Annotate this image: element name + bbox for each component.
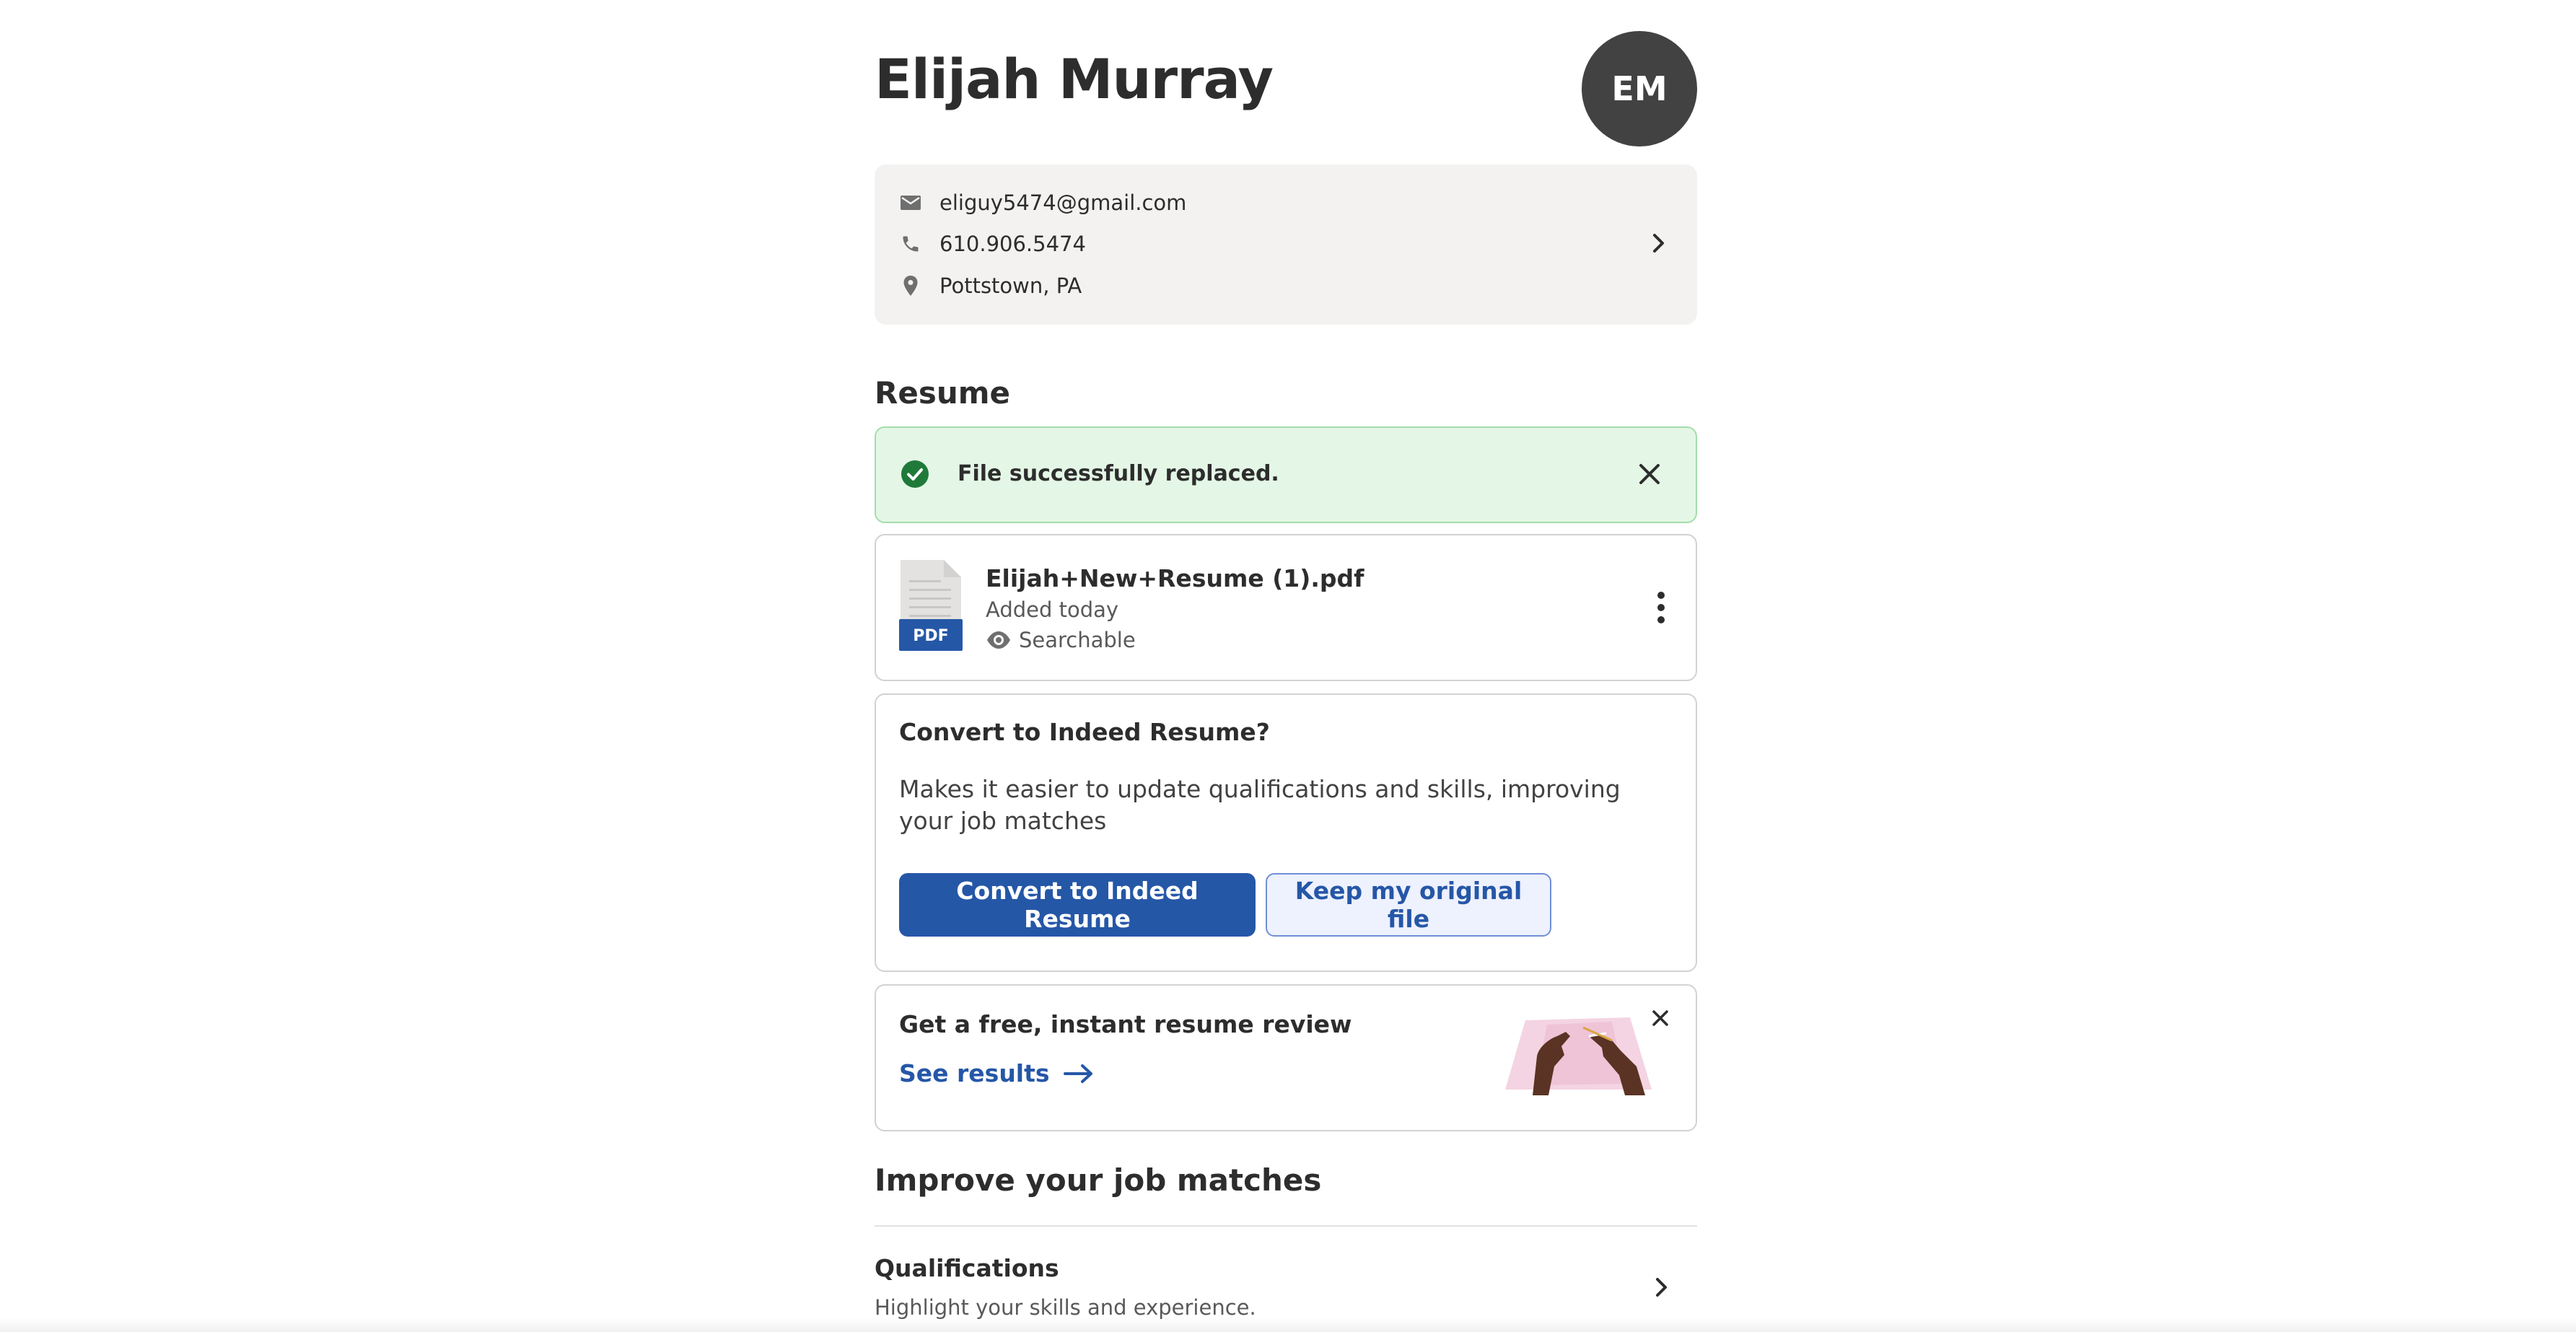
avatar[interactable]: EM	[1582, 31, 1697, 146]
success-banner: File successfully replaced.	[875, 426, 1697, 523]
resume-added-date: Added today	[986, 597, 1119, 622]
resume-file-card[interactable]: PDF Elijah+New+Resume (1).pdf Added toda…	[875, 534, 1697, 681]
mail-icon	[899, 191, 922, 214]
pdf-badge-label: PDF	[913, 627, 948, 645]
convert-resume-card: Convert to Indeed Resume? Makes it easie…	[875, 693, 1697, 972]
see-results-label: See results	[899, 1059, 1050, 1087]
contact-info-card[interactable]: eliguy5474@gmail.com 610.906.5474 Pottst…	[875, 165, 1697, 325]
review-title: Get a free, instant resume review	[899, 1010, 1352, 1038]
convert-title: Convert to Indeed Resume?	[899, 718, 1270, 746]
convert-to-indeed-resume-button[interactable]: Convert to Indeed Resume	[899, 873, 1256, 937]
resume-review-card: Get a free, instant resume review See re…	[875, 984, 1697, 1131]
visibility-label: Searchable	[1019, 628, 1136, 652]
resume-section-title: Resume	[875, 375, 1010, 411]
see-results-link[interactable]: See results	[899, 1059, 1095, 1087]
bottom-edge-shadow	[0, 1318, 2576, 1332]
contact-email-row: eliguy5474@gmail.com	[899, 188, 1186, 217]
check-circle-icon	[901, 460, 929, 488]
qualifications-subtitle: Highlight your skills and experience.	[875, 1295, 1256, 1320]
resume-file-name[interactable]: Elijah+New+Resume (1).pdf	[986, 564, 1364, 592]
contact-phone: 610.906.5474	[939, 232, 1086, 256]
eye-icon	[987, 631, 1010, 649]
contact-email: eliguy5474@gmail.com	[939, 190, 1187, 215]
chevron-right-icon[interactable]	[1644, 229, 1673, 258]
qualifications-title[interactable]: Qualifications	[875, 1254, 1059, 1282]
keep-original-file-button[interactable]: Keep my original file	[1266, 873, 1551, 937]
location-pin-icon	[899, 274, 922, 297]
close-icon[interactable]	[1650, 1007, 1671, 1029]
banner-text: File successfully replaced.	[958, 461, 1279, 486]
contact-location-row: Pottstown, PA	[899, 271, 1082, 300]
divider	[875, 1225, 1697, 1227]
contact-phone-row: 610.906.5474	[899, 229, 1086, 258]
pdf-file-icon: PDF	[899, 560, 963, 651]
arrow-right-icon	[1063, 1064, 1092, 1083]
chevron-right-icon[interactable]	[1647, 1273, 1675, 1302]
kebab-menu-icon[interactable]	[1654, 590, 1668, 625]
convert-description: Makes it easier to update qualifications…	[899, 775, 1621, 835]
improve-section-title: Improve your job matches	[875, 1162, 1322, 1198]
resume-visibility: Searchable	[986, 628, 1136, 652]
profile-name: Elijah Murray	[875, 47, 1274, 111]
resume-review-illustration	[1505, 1017, 1652, 1095]
contact-location: Pottstown, PA	[939, 273, 1082, 298]
close-icon[interactable]	[1635, 460, 1664, 488]
phone-icon	[899, 232, 922, 255]
